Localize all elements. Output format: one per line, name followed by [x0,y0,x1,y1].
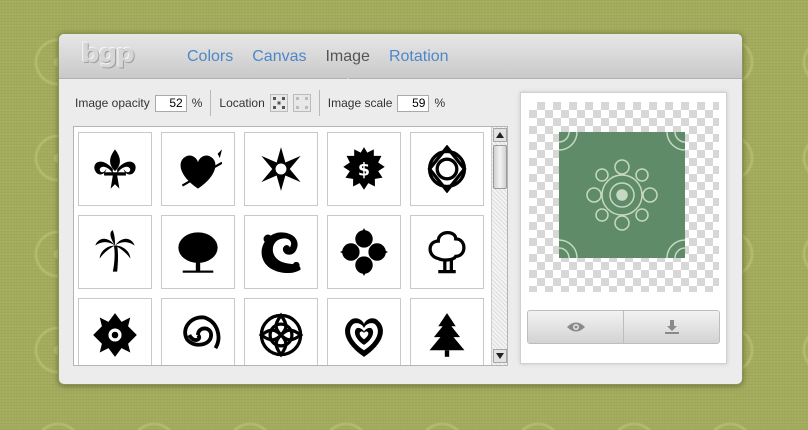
cartoon-tree-icon [428,231,466,274]
location-label: Location [219,96,265,110]
scale-input[interactable] [397,94,430,112]
celtic-knot-icon [427,145,467,193]
scroll-thumb[interactable] [493,145,507,189]
image-option[interactable] [161,132,235,206]
image-option[interactable] [410,215,484,289]
image-option[interactable] [244,132,318,206]
image-option[interactable] [78,132,152,206]
top-navigation-bar: bgp Colors Canvas Image Rotation [59,34,742,84]
opacity-input[interactable] [154,94,187,112]
image-option[interactable]: $ [327,132,401,206]
corners-grid-icon [295,97,308,109]
opacity-control: Image opacity % [75,89,202,117]
preview-canvas [529,102,719,292]
round-filigree-icon [258,312,304,358]
scroll-down-button[interactable] [493,349,507,363]
divider [318,90,320,116]
tab-canvas[interactable]: Canvas [252,48,306,70]
download-icon [664,320,679,334]
image-option[interactable] [410,298,484,365]
heart-arrow-icon [180,149,222,189]
mandala-pattern-icon [540,113,704,277]
app-logo[interactable]: bgp [81,41,151,68]
image-controls-bar: Image opacity % Location I [75,89,503,117]
dots-grid-icon [272,97,285,109]
pattern-generator-window: bgp Colors Canvas Image Rotation Image o… [58,33,743,385]
spiral-icon [183,315,221,350]
tab-bar: Colors Canvas Image Rotation [187,48,468,84]
image-option[interactable] [327,298,401,365]
scroll-up-button[interactable] [493,128,507,142]
arrow-down-icon [496,353,504,359]
swirl-ornament-icon [261,232,301,274]
preview-card [520,92,727,364]
divider [210,90,212,116]
image-option[interactable] [78,215,152,289]
download-button[interactable] [623,311,719,343]
damask-ornament-icon [93,313,137,357]
image-option[interactable] [244,298,318,365]
image-picker-panel: $ [73,126,508,366]
scale-label: Image scale [327,96,393,110]
tab-rotation[interactable]: Rotation [389,48,449,70]
location-control: Location [219,89,311,117]
pattern-tile-preview [540,113,704,277]
opacity-label: Image opacity [75,96,150,110]
pine-tree-icon [429,313,465,357]
image-option[interactable] [161,215,235,289]
image-option[interactable] [244,215,318,289]
star-burst-ornament-icon [261,147,301,191]
layered-heart-icon [345,318,383,357]
scale-control: Image scale % [328,89,445,117]
palm-tree-icon [95,230,135,272]
svg-text:$: $ [358,161,370,181]
preview-button[interactable] [528,311,623,343]
image-option[interactable] [161,298,235,365]
preview-actions [527,310,720,344]
eye-icon [566,322,585,332]
dollar-seal-icon: $ [343,147,385,190]
bare-tree-icon [178,232,218,273]
image-option[interactable] [78,298,152,365]
location-center-button[interactable] [269,94,288,112]
arrow-up-icon [496,132,504,138]
quatrefoil-flower-icon [340,228,388,276]
fleur-de-lis-icon [94,149,136,189]
tab-colors[interactable]: Colors [187,48,233,70]
vertical-scrollbar[interactable] [491,127,507,365]
location-corners-button[interactable] [292,94,311,112]
image-option[interactable] [410,132,484,206]
scale-unit: % [434,96,446,110]
tab-image[interactable]: Image [325,48,370,84]
image-option[interactable] [327,215,401,289]
opacity-unit: % [191,96,203,110]
